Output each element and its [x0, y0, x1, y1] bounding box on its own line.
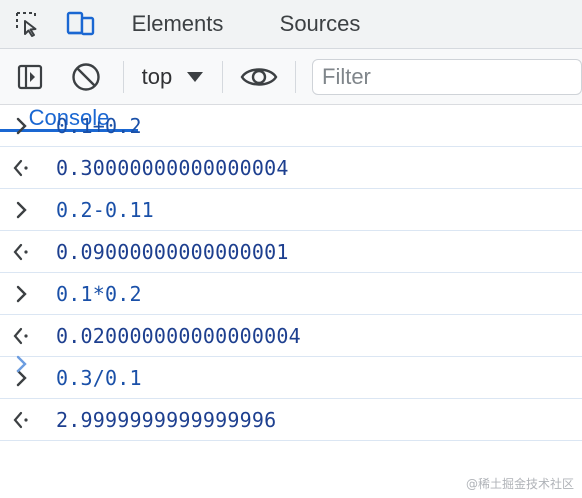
live-expression-button[interactable] [223, 49, 295, 104]
console-input-row[interactable]: 0.1*0.2 [0, 273, 582, 315]
result-arrow-icon [0, 231, 50, 273]
dropdown-triangle-icon [187, 71, 204, 82]
watermark: @稀土掘金技术社区 [465, 477, 574, 491]
result-arrow-icon [0, 147, 50, 189]
console-toolbar: top [0, 49, 582, 105]
device-toggle-button[interactable] [56, 0, 106, 48]
tab-sources-label: Sources [279, 11, 361, 36]
console-input-row[interactable]: 0.2-0.11 [0, 189, 582, 231]
console-input-text: 0.2-0.11 [56, 197, 154, 222]
console-input-text: 0.1*0.2 [56, 281, 142, 306]
console-result-text: 0.09000000000000001 [56, 239, 289, 264]
console-result-row[interactable]: 2.9999999999999996 [0, 399, 582, 441]
input-chevron-icon [0, 273, 50, 315]
toolbar-divider [295, 60, 296, 93]
devtools-tab-bar: Elements Console Sources [0, 0, 582, 132]
input-chevron-icon [0, 189, 50, 231]
context-selector-label: top [141, 63, 173, 89]
console-result-row[interactable]: 0.30000000000000004 [0, 147, 582, 189]
sidebar-toggle-icon [17, 64, 43, 89]
context-selector[interactable]: top [124, 49, 223, 104]
inspect-element-button[interactable] [0, 0, 56, 48]
console-prompt-input[interactable] [56, 343, 582, 385]
prompt-marker [0, 336, 50, 392]
tab-sources[interactable]: Sources [249, 0, 391, 48]
console-prompt[interactable] [0, 336, 582, 392]
console-result-text: 2.9999999999999996 [56, 407, 277, 432]
console-result-row[interactable]: 0.09000000000000001 [0, 231, 582, 273]
sidebar-toggle-button[interactable] [0, 49, 60, 104]
result-arrow-icon [0, 399, 50, 441]
tab-elements-label: Elements [131, 11, 224, 36]
console-result-text: 0.30000000000000004 [56, 155, 289, 180]
console-input-text: 0.1+0.2 [56, 113, 142, 138]
filter-input[interactable] [312, 58, 582, 95]
prompt-chevron-icon [16, 355, 27, 373]
console-input-row[interactable]: 0.1+0.2 [0, 105, 582, 147]
inspect-element-icon [16, 12, 37, 37]
tab-elements[interactable]: Elements [106, 0, 249, 48]
clear-console-icon [72, 62, 101, 91]
device-toggle-icon [66, 11, 95, 36]
input-chevron-icon [0, 105, 50, 147]
live-expression-eye-icon [240, 67, 278, 86]
clear-console-button[interactable] [60, 49, 112, 104]
